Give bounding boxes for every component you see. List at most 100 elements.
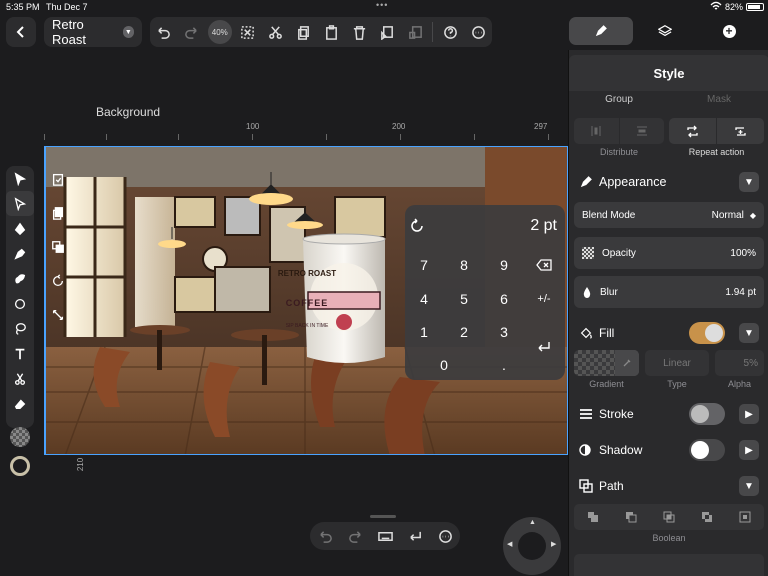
- back-button[interactable]: [6, 17, 36, 47]
- joystick-knob[interactable]: [518, 532, 546, 560]
- key-9[interactable]: 9: [489, 253, 519, 277]
- backspace-key[interactable]: [529, 253, 559, 277]
- document-title-button[interactable]: Retro Roast ▼: [44, 17, 142, 47]
- tool-brush[interactable]: [6, 266, 34, 291]
- bottom-redo-button[interactable]: [340, 521, 370, 551]
- paste-style-button[interactable]: [373, 17, 401, 47]
- fill-toggle[interactable]: [689, 322, 725, 344]
- key-0[interactable]: 0: [429, 353, 459, 377]
- pen-icon: [14, 222, 26, 235]
- tool-pen[interactable]: [6, 216, 34, 241]
- ruler-label: 100: [246, 122, 260, 131]
- repeat-button[interactable]: [669, 118, 717, 144]
- chevron-right-icon[interactable]: ▶: [739, 404, 759, 424]
- key-1[interactable]: 1: [409, 320, 439, 344]
- boolean-exclude-button[interactable]: [688, 504, 726, 530]
- undo-button[interactable]: [150, 17, 178, 47]
- arrow-left-icon[interactable]: ◀: [507, 540, 512, 548]
- help-button[interactable]: [436, 17, 464, 47]
- fill-type-select[interactable]: Linear: [645, 350, 709, 376]
- tool-strip: [6, 166, 34, 476]
- chevron-down-icon[interactable]: ▼: [739, 172, 759, 192]
- blend-mode-row[interactable]: Blend Mode Normal ◆: [574, 202, 764, 228]
- drag-handle[interactable]: [370, 515, 396, 518]
- shadow-header[interactable]: Shadow ▶: [569, 435, 768, 465]
- mug-logo-bottom: SIP BACK IN TIME: [285, 323, 329, 329]
- nudge-joystick[interactable]: ▲ ◀ ▶: [503, 517, 561, 575]
- gradient-swatch[interactable]: [574, 350, 639, 376]
- boolean-intersect-button[interactable]: [650, 504, 688, 530]
- alpha-label: Alpha: [727, 379, 752, 389]
- tool-scale[interactable]: [44, 302, 72, 327]
- keyboard-icon: [377, 531, 393, 541]
- key-decimal[interactable]: .: [489, 353, 519, 377]
- deselect-button[interactable]: [234, 17, 262, 47]
- tab-layers[interactable]: [633, 17, 697, 45]
- repeat-add-button[interactable]: [717, 118, 764, 144]
- tool-clipboard[interactable]: [44, 166, 72, 191]
- tab-add[interactable]: +: [697, 17, 761, 45]
- stroke-toggle[interactable]: [689, 403, 725, 425]
- distribute-vertical-button[interactable]: [620, 118, 665, 144]
- multitask-dots-icon[interactable]: •••: [376, 0, 388, 10]
- arrow-right-icon[interactable]: ▶: [551, 540, 556, 548]
- tool-eraser[interactable]: [6, 391, 34, 416]
- boolean-divide-button[interactable]: [726, 504, 764, 530]
- tool-scissors[interactable]: [6, 366, 34, 391]
- bottom-more-button[interactable]: [430, 521, 460, 551]
- type-label: Type: [667, 379, 687, 389]
- key-4[interactable]: 4: [409, 287, 439, 311]
- droplet-icon: [583, 287, 591, 298]
- key-7[interactable]: 7: [409, 253, 439, 277]
- tool-shape[interactable]: [6, 291, 34, 316]
- key-5[interactable]: 5: [449, 287, 479, 311]
- cut-button[interactable]: [262, 17, 290, 47]
- arrow-up-icon[interactable]: ▲: [529, 519, 536, 526]
- copy-style-button[interactable]: [401, 17, 429, 47]
- paste-button[interactable]: [318, 17, 346, 47]
- fill-alpha-input[interactable]: 5%: [715, 350, 764, 376]
- bottom-undo-button[interactable]: [310, 521, 340, 551]
- key-2[interactable]: 2: [449, 320, 479, 344]
- stroke-header[interactable]: Stroke ▶: [569, 399, 768, 429]
- boolean-union-button[interactable]: [574, 504, 612, 530]
- copy-button[interactable]: [290, 17, 318, 47]
- tool-text[interactable]: [6, 341, 34, 366]
- opacity-row[interactable]: Opacity 100%: [574, 237, 764, 269]
- eyedropper-icon[interactable]: [615, 350, 639, 376]
- tool-rotate[interactable]: [44, 268, 72, 293]
- chevron-right-icon[interactable]: ▶: [739, 440, 759, 460]
- more-button[interactable]: [464, 17, 492, 47]
- stroke-color-swatch[interactable]: [6, 453, 34, 478]
- path-header[interactable]: Path ▼: [569, 471, 768, 501]
- tool-lasso[interactable]: [6, 316, 34, 341]
- tab-group[interactable]: Group: [569, 94, 669, 105]
- tool-direct-select[interactable]: [6, 191, 34, 216]
- tool-duplicate[interactable]: [44, 200, 72, 225]
- blur-row[interactable]: Blur 1.94 pt: [574, 276, 764, 308]
- keyboard-button[interactable]: [370, 521, 400, 551]
- tool-pencil[interactable]: [6, 241, 34, 266]
- redo-button[interactable]: [178, 17, 206, 47]
- key-3[interactable]: 3: [489, 320, 519, 344]
- enter-key[interactable]: [529, 335, 559, 359]
- chevron-down-icon[interactable]: ▼: [739, 323, 759, 343]
- tool-arrange[interactable]: [44, 234, 72, 259]
- key-8[interactable]: 8: [449, 253, 479, 277]
- reset-button[interactable]: [409, 217, 425, 236]
- appearance-header[interactable]: Appearance ▼: [569, 167, 768, 197]
- shadow-toggle[interactable]: [689, 439, 725, 461]
- tool-select[interactable]: [6, 166, 34, 191]
- zoom-button[interactable]: 40%: [206, 17, 234, 47]
- fill-color-swatch[interactable]: [6, 424, 34, 449]
- chevron-down-icon[interactable]: ▼: [739, 476, 759, 496]
- return-button[interactable]: [400, 521, 430, 551]
- tab-mask[interactable]: Mask: [669, 94, 768, 105]
- delete-button[interactable]: [345, 17, 373, 47]
- fill-header[interactable]: Fill ▼: [569, 318, 768, 348]
- boolean-subtract-button[interactable]: [612, 504, 650, 530]
- plus-minus-key[interactable]: +/-: [529, 287, 559, 311]
- key-6[interactable]: 6: [489, 287, 519, 311]
- distribute-horizontal-button[interactable]: [574, 118, 620, 144]
- tab-style[interactable]: [569, 17, 633, 45]
